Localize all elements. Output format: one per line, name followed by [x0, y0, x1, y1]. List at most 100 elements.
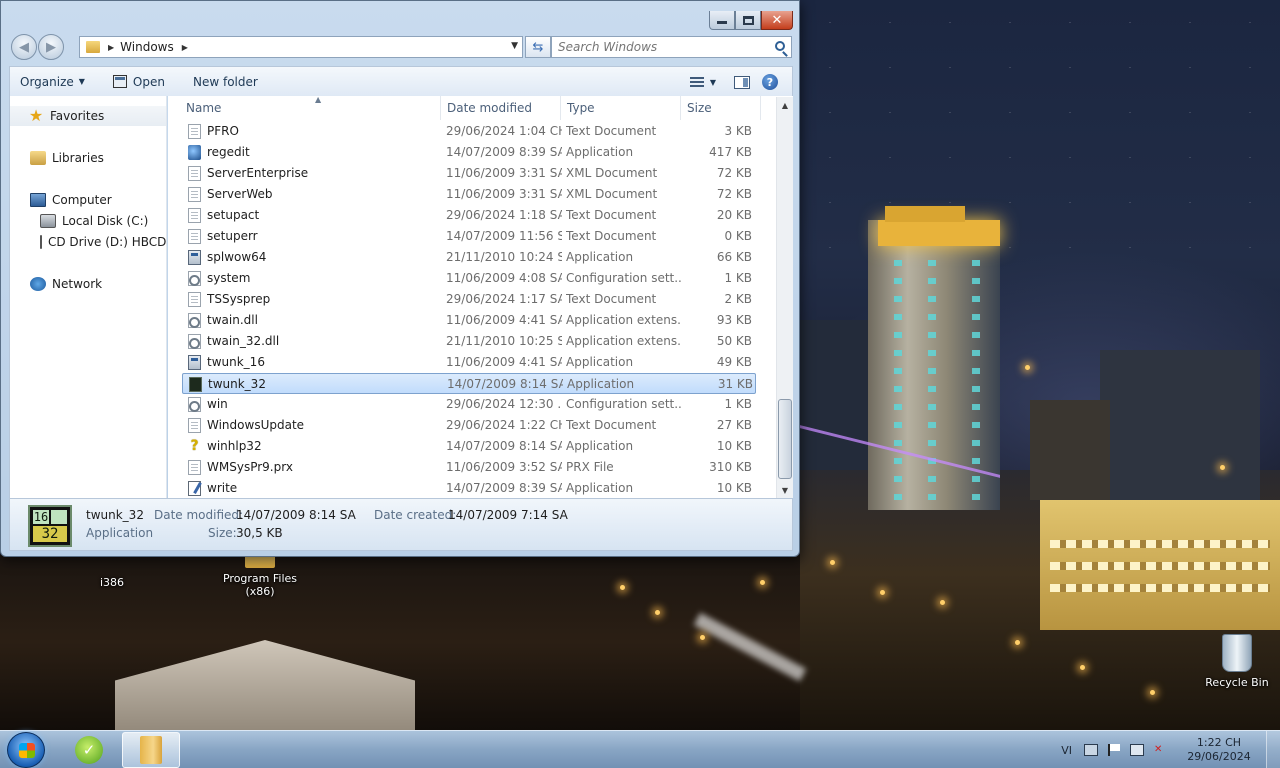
- file-type: Application extens...: [566, 313, 682, 327]
- details-size-label: Size:: [208, 526, 237, 540]
- desktop-icon-recycle-bin[interactable]: Recycle Bin: [1199, 634, 1275, 689]
- file-row[interactable]: win 29/06/2024 12:30 ... Configuration set…: [182, 394, 756, 415]
- file-name: twain.dll: [207, 313, 258, 327]
- search-box[interactable]: [551, 36, 792, 58]
- show-desktop-button[interactable]: [1266, 731, 1280, 768]
- nav-item-favorites[interactable]: ★ Favorites: [10, 106, 166, 126]
- minimize-button[interactable]: [709, 11, 735, 30]
- file-name: write: [207, 481, 238, 495]
- file-size: 93 KB: [716, 313, 752, 327]
- file-size: 66 KB: [716, 250, 752, 264]
- file-size: 20 KB: [716, 208, 752, 222]
- nav-item-libraries[interactable]: Libraries: [10, 148, 166, 168]
- file-row[interactable]: twain_32.dll 21/11/2010 10:25 SA Applicati…: [182, 331, 756, 352]
- file-row[interactable]: regedit 14/07/2009 8:39 SA Application 417 …: [182, 142, 756, 163]
- yellow-building: [1040, 500, 1280, 630]
- desktop-icon-i386[interactable]: i386: [74, 560, 150, 589]
- forward-button[interactable]: ▶: [38, 34, 64, 60]
- breadcrumb-arrow-icon[interactable]: ▶: [108, 43, 114, 52]
- file-row[interactable]: twunk_32 14/07/2009 8:14 SA Application 31 …: [182, 373, 756, 394]
- file-type: Application: [566, 439, 634, 453]
- taskbar-app-browser[interactable]: ✓: [60, 732, 118, 768]
- file-row[interactable]: ServerEnterprise 11/06/2009 3:31 SA XML Do…: [182, 163, 756, 184]
- details-date-modified-label: Date modified:: [154, 508, 244, 522]
- libraries-icon: [30, 151, 46, 165]
- file-size: 1 KB: [724, 397, 752, 411]
- preview-pane-icon[interactable]: [734, 75, 750, 89]
- column-header-size[interactable]: Size: [681, 96, 761, 120]
- file-date-modified: 29/06/2024 1:17 SA: [446, 292, 562, 306]
- address-bar[interactable]: ▶ Windows ▶ ▼: [79, 36, 523, 58]
- vertical-scrollbar[interactable]: ▲ ▼: [776, 97, 793, 498]
- help-icon[interactable]: ?: [762, 74, 778, 90]
- text-document-icon: [188, 229, 201, 244]
- start-button[interactable]: [7, 732, 45, 768]
- clock[interactable]: 1:22 CH 29/06/2024: [1182, 736, 1256, 764]
- file-row[interactable]: splwow64 21/11/2010 10:24 SA Application 66…: [182, 247, 756, 268]
- refresh-button[interactable]: ⇆: [525, 36, 551, 58]
- file-row[interactable]: ? winhlp32 14/07/2009 8:14 SA Application 10…: [182, 436, 756, 457]
- maximize-button[interactable]: [735, 11, 761, 30]
- file-row[interactable]: WindowsUpdate 29/06/2024 1:22 CH Text Docu…: [182, 415, 756, 436]
- settings-file-icon: [188, 271, 201, 286]
- organize-button[interactable]: Organize ▼: [10, 69, 95, 95]
- file-size: 72 KB: [716, 166, 752, 180]
- file-type: XML Document: [566, 187, 658, 201]
- change-view-icon[interactable]: [689, 76, 704, 88]
- file-size: 31 KB: [717, 377, 753, 391]
- file-list: Name ▲ Date modified Type Size PFRO 29/06…: [168, 96, 793, 498]
- column-header-type[interactable]: Type: [561, 96, 681, 120]
- file-row[interactable]: write 14/07/2009 8:39 SA Application 10 KB: [182, 478, 756, 498]
- scroll-up-icon[interactable]: ▲: [777, 97, 793, 113]
- nav-item-computer[interactable]: Computer: [10, 190, 166, 210]
- file-row[interactable]: system 11/06/2009 4:08 SA Configuration se…: [182, 268, 756, 289]
- breadcrumb-windows[interactable]: Windows: [120, 40, 174, 54]
- chevron-down-icon[interactable]: ▼: [710, 78, 716, 87]
- column-header-name[interactable]: Name ▲: [180, 96, 441, 120]
- file-row[interactable]: TSSysprep 29/06/2024 1:17 SA Text Document…: [182, 289, 756, 310]
- column-header-date-modified[interactable]: Date modified: [441, 96, 561, 120]
- file-name: setupact: [207, 208, 260, 222]
- open-icon: [112, 75, 127, 88]
- search-icon[interactable]: [775, 41, 785, 51]
- new-folder-button[interactable]: New folder: [183, 69, 268, 95]
- nav-item-network[interactable]: Network: [10, 274, 166, 294]
- scrollbar-thumb[interactable]: [778, 399, 792, 479]
- details-date-created: 14/07/2009 7:14 SA: [448, 508, 568, 522]
- search-input[interactable]: [558, 40, 758, 54]
- file-row[interactable]: twunk_16 11/06/2009 4:41 SA Application 49 …: [182, 352, 756, 373]
- dll-file-icon: [188, 334, 201, 349]
- file-type: Text Document: [566, 292, 657, 306]
- file-name: splwow64: [207, 250, 267, 264]
- file-row[interactable]: WMSysPr9.prx 11/06/2009 3:52 SA PRX File 31…: [182, 457, 756, 478]
- file-name: system: [207, 271, 251, 285]
- text-document-icon: [188, 208, 201, 223]
- file-name: winhlp32: [207, 439, 262, 453]
- nav-item-local-disk[interactable]: Local Disk (C:): [10, 211, 166, 231]
- action-center-flag-icon[interactable]: [1108, 744, 1120, 756]
- file-date-modified: 14/07/2009 8:39 SA: [446, 481, 562, 495]
- network-status-icon[interactable]: [1130, 744, 1144, 756]
- file-date-modified: 11/06/2009 3:31 SA: [446, 187, 562, 201]
- close-button[interactable]: ✕: [761, 11, 793, 30]
- address-dropdown-icon[interactable]: ▼: [511, 41, 518, 51]
- scroll-down-icon[interactable]: ▼: [777, 482, 793, 498]
- file-size: 10 KB: [716, 481, 752, 495]
- keyboard-icon[interactable]: [1084, 744, 1098, 756]
- file-size: 49 KB: [716, 355, 752, 369]
- open-button[interactable]: Open: [103, 69, 175, 95]
- file-row[interactable]: setupact 29/06/2024 1:18 SA Text Document 2…: [182, 205, 756, 226]
- breadcrumb-arrow-icon[interactable]: ▶: [182, 43, 188, 52]
- file-row[interactable]: PFRO 29/06/2024 1:04 CH Text Document 3 KB: [182, 121, 756, 142]
- taskbar-app-explorer[interactable]: [122, 732, 180, 768]
- nav-item-cd-drive[interactable]: CD Drive (D:) HBCD_: [10, 232, 166, 252]
- dll-file-icon: [188, 313, 201, 328]
- application-icon: [188, 250, 201, 265]
- arrow-right-icon: ▶: [46, 39, 56, 55]
- file-row[interactable]: setuperr 14/07/2009 11:56 SA Text Document…: [182, 226, 756, 247]
- file-row[interactable]: twain.dll 11/06/2009 4:41 SA Application e…: [182, 310, 756, 331]
- file-row[interactable]: ServerWeb 11/06/2009 3:31 SA XML Document 7…: [182, 184, 756, 205]
- back-button[interactable]: ◀: [11, 34, 37, 60]
- language-indicator[interactable]: VI: [1061, 744, 1072, 757]
- volume-muted-icon[interactable]: ✕: [1154, 744, 1168, 756]
